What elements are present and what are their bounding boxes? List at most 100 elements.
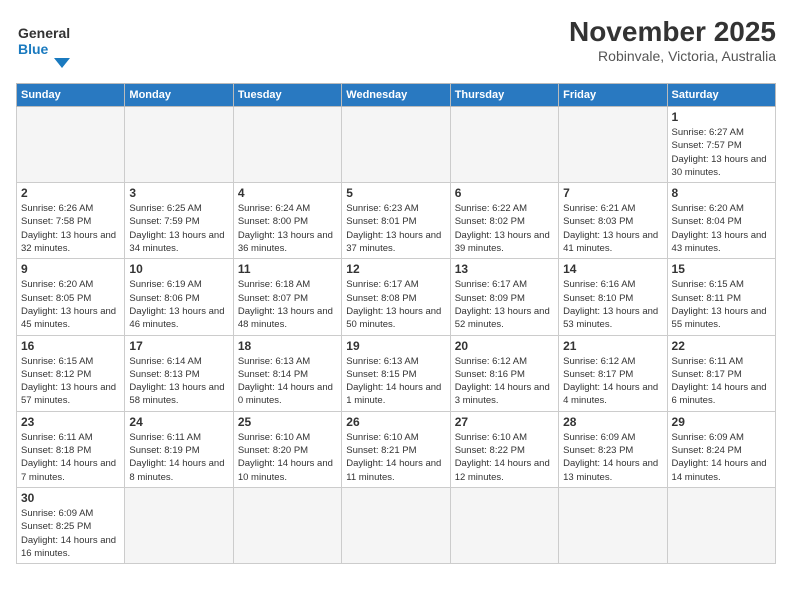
day-info: Sunrise: 6:25 AMSunset: 7:59 PMDaylight:… [129,202,228,255]
day-number: 15 [672,262,771,276]
title-block: November 2025 Robinvale, Victoria, Austr… [569,16,776,64]
day-number: 26 [346,415,445,429]
day-number: 17 [129,339,228,353]
day-info: Sunrise: 6:17 AMSunset: 8:09 PMDaylight:… [455,278,554,331]
day-of-week-header: Tuesday [233,84,341,107]
day-number: 28 [563,415,662,429]
day-number: 22 [672,339,771,353]
calendar-day-cell [233,107,341,183]
calendar-week-row: 16 Sunrise: 6:15 AMSunset: 8:12 PMDayligh… [17,335,776,411]
page-header: General Blue November 2025 Robinvale, Vi… [16,16,776,71]
day-number: 1 [672,110,771,124]
calendar-week-row: 2Sunrise: 6:26 AMSunset: 7:58 PMDaylight… [17,183,776,259]
day-number: 24 [129,415,228,429]
day-number: 4 [238,186,337,200]
svg-text:General: General [18,25,70,41]
calendar-day-cell: 20Sunrise: 6:12 AMSunset: 8:16 PMDayligh… [450,335,558,411]
day-of-week-header: Wednesday [342,84,450,107]
day-info: Sunrise: 6:11 AMSunset: 8:19 PMDaylight:… [129,431,228,484]
calendar-day-cell: 24 Sunrise: 6:11 AMSunset: 8:19 PMDayligh… [125,411,233,487]
day-number: 16 [21,339,120,353]
calendar-day-cell [559,487,667,563]
day-of-week-header: Friday [559,84,667,107]
day-number: 30 [21,491,120,505]
calendar-day-cell: 6Sunrise: 6:22 AMSunset: 8:02 PMDaylight… [450,183,558,259]
day-number: 8 [672,186,771,200]
day-of-week-header: Sunday [17,84,125,107]
calendar-day-cell: 15 Sunrise: 6:15 AMSunset: 8:11 PMDayligh… [667,259,775,335]
calendar-day-cell: 21 Sunrise: 6:12 AMSunset: 8:17 PMDayligh… [559,335,667,411]
day-number: 9 [21,262,120,276]
calendar-day-cell: 29 Sunrise: 6:09 AMSunset: 8:24 PMDayligh… [667,411,775,487]
calendar-day-cell: 30Sunrise: 6:09 AMSunset: 8:25 PMDayligh… [17,487,125,563]
day-number: 20 [455,339,554,353]
day-info: Sunrise: 6:13 AMSunset: 8:14 PMDaylight:… [238,355,337,408]
day-of-week-header: Monday [125,84,233,107]
day-of-week-header: Saturday [667,84,775,107]
calendar-table: SundayMondayTuesdayWednesdayThursdayFrid… [16,83,776,564]
calendar-day-cell [125,107,233,183]
day-number: 12 [346,262,445,276]
day-number: 21 [563,339,662,353]
calendar-day-cell: 23Sunrise: 6:11 AMSunset: 8:18 PMDayligh… [17,411,125,487]
calendar-subtitle: Robinvale, Victoria, Australia [569,48,776,64]
day-number: 19 [346,339,445,353]
calendar-week-row: 9 Sunrise: 6:20 AMSunset: 8:05 PMDaylight… [17,259,776,335]
day-info: Sunrise: 6:23 AMSunset: 8:01 PMDaylight:… [346,202,445,255]
day-info: Sunrise: 6:11 AMSunset: 8:17 PMDaylight:… [672,355,771,408]
calendar-day-cell [559,107,667,183]
day-info: Sunrise: 6:13 AMSunset: 8:15 PMDaylight:… [346,355,445,408]
day-info: Sunrise: 6:26 AMSunset: 7:58 PMDaylight:… [21,202,120,255]
calendar-day-cell [450,107,558,183]
day-number: 10 [129,262,228,276]
day-info: Sunrise: 6:20 AMSunset: 8:05 PMDaylight:… [21,278,120,331]
calendar-day-cell: 18 Sunrise: 6:13 AMSunset: 8:14 PMDayligh… [233,335,341,411]
day-number: 7 [563,186,662,200]
calendar-week-row: 23Sunrise: 6:11 AMSunset: 8:18 PMDayligh… [17,411,776,487]
day-info: Sunrise: 6:17 AMSunset: 8:08 PMDaylight:… [346,278,445,331]
day-number: 6 [455,186,554,200]
day-info: Sunrise: 6:16 AMSunset: 8:10 PMDaylight:… [563,278,662,331]
calendar-day-cell [125,487,233,563]
day-info: Sunrise: 6:12 AMSunset: 8:17 PMDaylight:… [563,355,662,408]
day-info: Sunrise: 6:09 AMSunset: 8:24 PMDaylight:… [672,431,771,484]
day-info: Sunrise: 6:09 AMSunset: 8:23 PMDaylight:… [563,431,662,484]
day-number: 18 [238,339,337,353]
svg-text:Blue: Blue [18,41,49,57]
day-info: Sunrise: 6:24 AMSunset: 8:00 PMDaylight:… [238,202,337,255]
calendar-week-row: 1Sunrise: 6:27 AMSunset: 7:57 PMDaylight… [17,107,776,183]
day-number: 25 [238,415,337,429]
generalblue-logo-icon: General Blue [16,16,86,71]
calendar-day-cell: 12 Sunrise: 6:17 AMSunset: 8:08 PMDayligh… [342,259,450,335]
day-number: 5 [346,186,445,200]
calendar-day-cell: 11Sunrise: 6:18 AMSunset: 8:07 PMDayligh… [233,259,341,335]
day-info: Sunrise: 6:15 AMSunset: 8:12 PMDaylight:… [21,355,120,408]
day-info: Sunrise: 6:20 AMSunset: 8:04 PMDaylight:… [672,202,771,255]
calendar-day-cell: 1Sunrise: 6:27 AMSunset: 7:57 PMDaylight… [667,107,775,183]
day-info: Sunrise: 6:15 AMSunset: 8:11 PMDaylight:… [672,278,771,331]
calendar-day-cell [233,487,341,563]
day-number: 14 [563,262,662,276]
day-number: 27 [455,415,554,429]
day-info: Sunrise: 6:19 AMSunset: 8:06 PMDaylight:… [129,278,228,331]
calendar-day-cell: 8 Sunrise: 6:20 AMSunset: 8:04 PMDaylight… [667,183,775,259]
calendar-day-cell: 27Sunrise: 6:10 AMSunset: 8:22 PMDayligh… [450,411,558,487]
calendar-day-cell: 13Sunrise: 6:17 AMSunset: 8:09 PMDayligh… [450,259,558,335]
calendar-day-cell: 3 Sunrise: 6:25 AMSunset: 7:59 PMDaylight… [125,183,233,259]
day-info: Sunrise: 6:10 AMSunset: 8:21 PMDaylight:… [346,431,445,484]
day-number: 3 [129,186,228,200]
calendar-day-cell [17,107,125,183]
calendar-day-cell: 4 Sunrise: 6:24 AMSunset: 8:00 PMDaylight… [233,183,341,259]
calendar-title: November 2025 [569,16,776,48]
day-info: Sunrise: 6:11 AMSunset: 8:18 PMDaylight:… [21,431,120,484]
calendar-day-cell: 14 Sunrise: 6:16 AMSunset: 8:10 PMDayligh… [559,259,667,335]
day-of-week-header: Thursday [450,84,558,107]
calendar-week-row: 30Sunrise: 6:09 AMSunset: 8:25 PMDayligh… [17,487,776,563]
day-info: Sunrise: 6:18 AMSunset: 8:07 PMDaylight:… [238,278,337,331]
calendar-day-cell: 9 Sunrise: 6:20 AMSunset: 8:05 PMDaylight… [17,259,125,335]
logo: General Blue [16,16,86,71]
day-number: 29 [672,415,771,429]
calendar-day-cell: 25Sunrise: 6:10 AMSunset: 8:20 PMDayligh… [233,411,341,487]
calendar-day-cell [342,107,450,183]
calendar-day-cell: 22 Sunrise: 6:11 AMSunset: 8:17 PMDayligh… [667,335,775,411]
